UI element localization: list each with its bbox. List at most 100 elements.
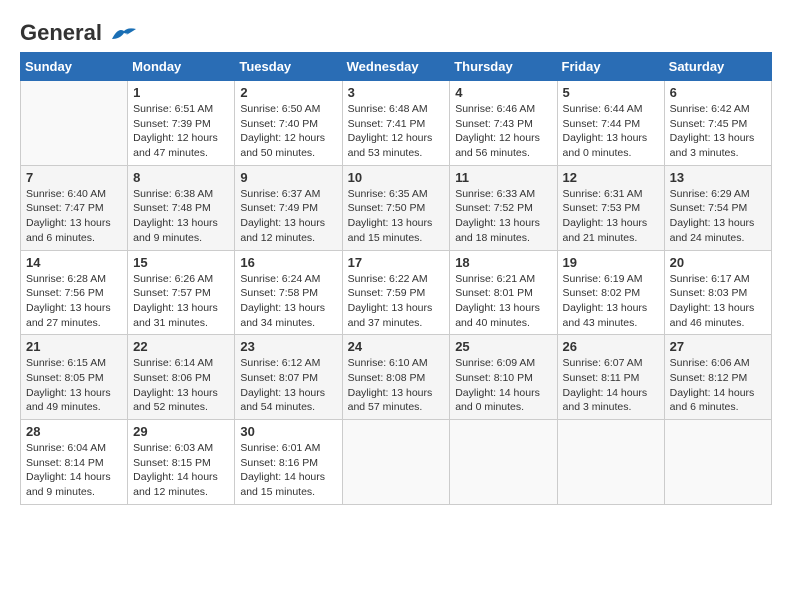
sunset-text: Sunset: 8:10 PM	[455, 371, 551, 386]
daylight-text: Daylight: 13 hours and 54 minutes.	[240, 386, 336, 415]
sunrise-text: Sunrise: 6:35 AM	[348, 187, 445, 202]
sunrise-text: Sunrise: 6:51 AM	[133, 102, 229, 117]
calendar-cell: 5 Sunrise: 6:44 AM Sunset: 7:44 PM Dayli…	[557, 81, 664, 166]
sunrise-text: Sunrise: 6:33 AM	[455, 187, 551, 202]
weekday-header: Tuesday	[235, 53, 342, 81]
sunrise-text: Sunrise: 6:22 AM	[348, 272, 445, 287]
day-number: 29	[133, 424, 229, 439]
calendar-cell: 25 Sunrise: 6:09 AM Sunset: 8:10 PM Dayl…	[450, 335, 557, 420]
page-header: General	[20, 20, 772, 42]
calendar-cell: 9 Sunrise: 6:37 AM Sunset: 7:49 PM Dayli…	[235, 165, 342, 250]
calendar-cell: 29 Sunrise: 6:03 AM Sunset: 8:15 PM Dayl…	[128, 420, 235, 505]
sunrise-text: Sunrise: 6:03 AM	[133, 441, 229, 456]
day-number: 11	[455, 170, 551, 185]
calendar-cell: 27 Sunrise: 6:06 AM Sunset: 8:12 PM Dayl…	[664, 335, 771, 420]
day-number: 12	[563, 170, 659, 185]
calendar-cell: 4 Sunrise: 6:46 AM Sunset: 7:43 PM Dayli…	[450, 81, 557, 166]
daylight-text: Daylight: 13 hours and 9 minutes.	[133, 216, 229, 245]
sunset-text: Sunset: 7:45 PM	[670, 117, 766, 132]
day-number: 2	[240, 85, 336, 100]
logo: General	[20, 20, 138, 42]
daylight-text: Daylight: 14 hours and 9 minutes.	[26, 470, 122, 499]
sunset-text: Sunset: 7:48 PM	[133, 201, 229, 216]
sunset-text: Sunset: 8:06 PM	[133, 371, 229, 386]
day-info: Sunrise: 6:40 AM Sunset: 7:47 PM Dayligh…	[26, 187, 122, 246]
daylight-text: Daylight: 13 hours and 21 minutes.	[563, 216, 659, 245]
sunset-text: Sunset: 8:05 PM	[26, 371, 122, 386]
sunrise-text: Sunrise: 6:38 AM	[133, 187, 229, 202]
calendar-cell: 17 Sunrise: 6:22 AM Sunset: 7:59 PM Dayl…	[342, 250, 450, 335]
calendar-cell: 15 Sunrise: 6:26 AM Sunset: 7:57 PM Dayl…	[128, 250, 235, 335]
sunset-text: Sunset: 8:15 PM	[133, 456, 229, 471]
day-info: Sunrise: 6:44 AM Sunset: 7:44 PM Dayligh…	[563, 102, 659, 161]
day-number: 25	[455, 339, 551, 354]
sunset-text: Sunset: 7:56 PM	[26, 286, 122, 301]
calendar-table: SundayMondayTuesdayWednesdayThursdayFrid…	[20, 52, 772, 505]
day-number: 26	[563, 339, 659, 354]
day-info: Sunrise: 6:06 AM Sunset: 8:12 PM Dayligh…	[670, 356, 766, 415]
sunrise-text: Sunrise: 6:28 AM	[26, 272, 122, 287]
calendar-cell: 6 Sunrise: 6:42 AM Sunset: 7:45 PM Dayli…	[664, 81, 771, 166]
day-number: 22	[133, 339, 229, 354]
sunrise-text: Sunrise: 6:37 AM	[240, 187, 336, 202]
calendar-cell: 10 Sunrise: 6:35 AM Sunset: 7:50 PM Dayl…	[342, 165, 450, 250]
sunrise-text: Sunrise: 6:48 AM	[348, 102, 445, 117]
calendar-cell	[450, 420, 557, 505]
weekday-header: Saturday	[664, 53, 771, 81]
day-number: 6	[670, 85, 766, 100]
daylight-text: Daylight: 12 hours and 56 minutes.	[455, 131, 551, 160]
logo-bird-icon	[110, 25, 138, 43]
sunset-text: Sunset: 7:58 PM	[240, 286, 336, 301]
daylight-text: Daylight: 13 hours and 57 minutes.	[348, 386, 445, 415]
calendar-cell: 28 Sunrise: 6:04 AM Sunset: 8:14 PM Dayl…	[21, 420, 128, 505]
sunset-text: Sunset: 8:02 PM	[563, 286, 659, 301]
sunset-text: Sunset: 8:03 PM	[670, 286, 766, 301]
calendar-cell: 23 Sunrise: 6:12 AM Sunset: 8:07 PM Dayl…	[235, 335, 342, 420]
sunset-text: Sunset: 7:54 PM	[670, 201, 766, 216]
daylight-text: Daylight: 13 hours and 34 minutes.	[240, 301, 336, 330]
day-info: Sunrise: 6:50 AM Sunset: 7:40 PM Dayligh…	[240, 102, 336, 161]
daylight-text: Daylight: 12 hours and 53 minutes.	[348, 131, 445, 160]
daylight-text: Daylight: 13 hours and 12 minutes.	[240, 216, 336, 245]
daylight-text: Daylight: 13 hours and 31 minutes.	[133, 301, 229, 330]
day-info: Sunrise: 6:31 AM Sunset: 7:53 PM Dayligh…	[563, 187, 659, 246]
sunset-text: Sunset: 7:40 PM	[240, 117, 336, 132]
sunset-text: Sunset: 8:14 PM	[26, 456, 122, 471]
daylight-text: Daylight: 13 hours and 18 minutes.	[455, 216, 551, 245]
sunset-text: Sunset: 8:08 PM	[348, 371, 445, 386]
calendar-cell: 24 Sunrise: 6:10 AM Sunset: 8:08 PM Dayl…	[342, 335, 450, 420]
sunset-text: Sunset: 7:43 PM	[455, 117, 551, 132]
day-number: 15	[133, 255, 229, 270]
sunrise-text: Sunrise: 6:31 AM	[563, 187, 659, 202]
sunset-text: Sunset: 7:47 PM	[26, 201, 122, 216]
day-number: 23	[240, 339, 336, 354]
weekday-header: Friday	[557, 53, 664, 81]
day-info: Sunrise: 6:24 AM Sunset: 7:58 PM Dayligh…	[240, 272, 336, 331]
daylight-text: Daylight: 12 hours and 50 minutes.	[240, 131, 336, 160]
sunset-text: Sunset: 7:44 PM	[563, 117, 659, 132]
daylight-text: Daylight: 13 hours and 6 minutes.	[26, 216, 122, 245]
sunset-text: Sunset: 7:49 PM	[240, 201, 336, 216]
daylight-text: Daylight: 12 hours and 47 minutes.	[133, 131, 229, 160]
day-info: Sunrise: 6:03 AM Sunset: 8:15 PM Dayligh…	[133, 441, 229, 500]
day-info: Sunrise: 6:26 AM Sunset: 7:57 PM Dayligh…	[133, 272, 229, 331]
day-info: Sunrise: 6:33 AM Sunset: 7:52 PM Dayligh…	[455, 187, 551, 246]
day-info: Sunrise: 6:37 AM Sunset: 7:49 PM Dayligh…	[240, 187, 336, 246]
day-number: 27	[670, 339, 766, 354]
day-number: 21	[26, 339, 122, 354]
calendar-cell: 16 Sunrise: 6:24 AM Sunset: 7:58 PM Dayl…	[235, 250, 342, 335]
calendar-week-row: 28 Sunrise: 6:04 AM Sunset: 8:14 PM Dayl…	[21, 420, 772, 505]
daylight-text: Daylight: 13 hours and 0 minutes.	[563, 131, 659, 160]
calendar-cell	[664, 420, 771, 505]
daylight-text: Daylight: 13 hours and 24 minutes.	[670, 216, 766, 245]
sunrise-text: Sunrise: 6:12 AM	[240, 356, 336, 371]
day-info: Sunrise: 6:46 AM Sunset: 7:43 PM Dayligh…	[455, 102, 551, 161]
day-number: 1	[133, 85, 229, 100]
sunrise-text: Sunrise: 6:44 AM	[563, 102, 659, 117]
sunrise-text: Sunrise: 6:04 AM	[26, 441, 122, 456]
calendar-cell: 20 Sunrise: 6:17 AM Sunset: 8:03 PM Dayl…	[664, 250, 771, 335]
sunrise-text: Sunrise: 6:01 AM	[240, 441, 336, 456]
day-info: Sunrise: 6:42 AM Sunset: 7:45 PM Dayligh…	[670, 102, 766, 161]
sunset-text: Sunset: 8:12 PM	[670, 371, 766, 386]
calendar-cell: 14 Sunrise: 6:28 AM Sunset: 7:56 PM Dayl…	[21, 250, 128, 335]
